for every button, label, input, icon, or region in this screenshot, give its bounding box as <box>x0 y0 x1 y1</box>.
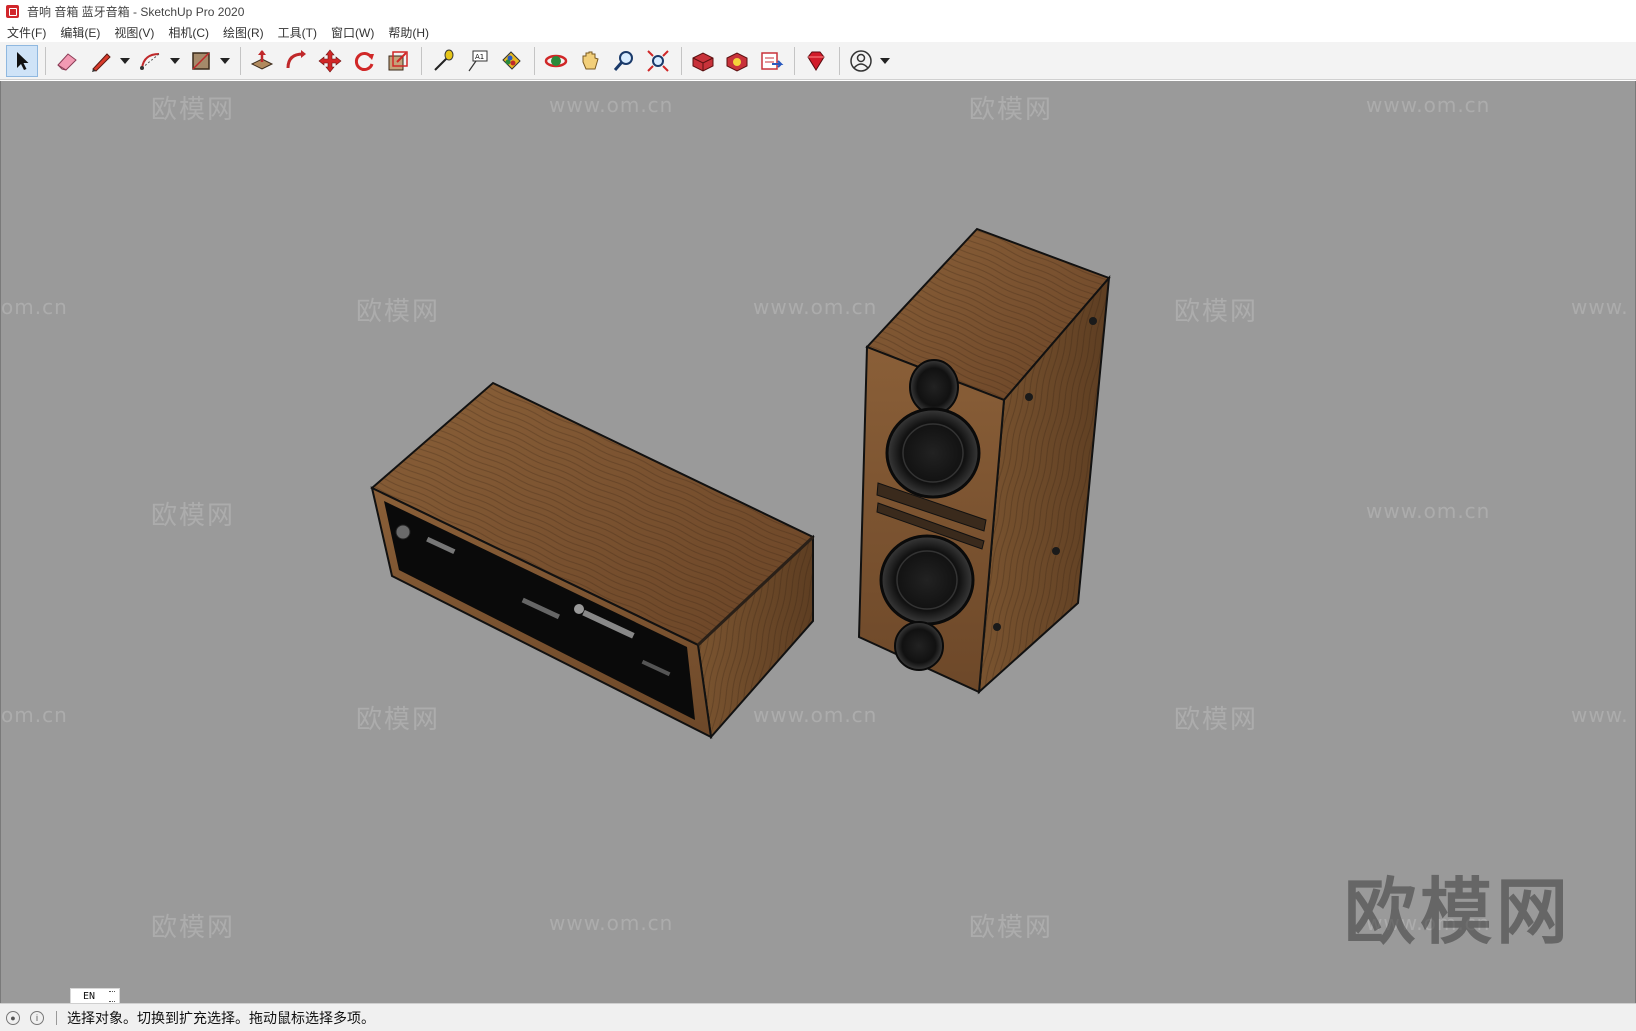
scale-tool-button[interactable] <box>382 45 414 77</box>
3d-warehouse-icon <box>692 51 714 72</box>
screw-hole <box>1089 317 1097 325</box>
toolbar-separator <box>534 46 535 75</box>
send-to-layout-button[interactable] <box>755 45 787 77</box>
volume-knob-icon <box>395 524 411 540</box>
paint-bucket-tool-button[interactable] <box>495 45 527 77</box>
screw-hole <box>993 623 1001 631</box>
geolocation-icon[interactable]: ● <box>6 1010 20 1025</box>
tape-measure-tool-button[interactable] <box>427 45 459 77</box>
ruby-console-button[interactable] <box>800 45 832 77</box>
toolbar-separator <box>794 46 795 75</box>
status-message: 选择对象。切换到扩充选择。拖动鼠标选择多项。 <box>67 1009 375 1026</box>
rectangle-tool-button[interactable] <box>185 45 217 77</box>
zoom-extents-icon <box>647 49 669 72</box>
text-tool-button[interactable]: A1 <box>461 45 493 77</box>
push-pull-tool-button[interactable] <box>246 45 278 77</box>
toolbar-separator <box>839 46 840 75</box>
orbit-tool-button[interactable] <box>540 45 572 77</box>
rotate-tool-button[interactable] <box>348 45 380 77</box>
eraser-tool-button[interactable] <box>51 45 83 77</box>
text-icon: A1 <box>468 50 488 71</box>
orbit-icon <box>544 54 568 67</box>
arc-tool-button[interactable] <box>135 45 167 77</box>
ime-label: EN <box>83 991 96 1002</box>
menu-file[interactable]: 文件(F) <box>0 24 53 41</box>
arc-icon <box>140 52 160 70</box>
account-icon <box>850 49 872 72</box>
power-indicator-icon <box>574 604 584 614</box>
status-separator <box>56 1010 57 1025</box>
tweeter-top <box>909 359 959 415</box>
info-icon[interactable]: i <box>30 1010 44 1025</box>
zoom-tool-button[interactable] <box>608 45 640 77</box>
account-button[interactable] <box>845 45 877 77</box>
toolbar-separator <box>681 46 682 75</box>
horizontal-speaker[interactable] <box>370 381 815 740</box>
screw-hole <box>1025 393 1033 401</box>
watermark-large: 欧模网 <box>1344 870 1573 954</box>
status-bar: ● i 选择对象。切换到扩充选择。拖动鼠标选择多项。 <box>0 1003 1636 1031</box>
ruby-console-icon <box>807 51 825 71</box>
woofer-lower <box>879 534 975 626</box>
ime-menu-icon <box>109 991 115 1002</box>
menu-bar: 文件(F) 编辑(E) 视图(V) 相机(C) 绘图(R) 工具(T) 窗口(W… <box>0 22 1636 42</box>
toolbar-separator <box>421 46 422 75</box>
title-bar: 音响 音箱 蓝牙音箱 - SketchUp Pro 2020 <box>0 0 1636 22</box>
zoom-extents-tool-button[interactable] <box>642 45 674 77</box>
move-tool-button[interactable] <box>314 45 346 77</box>
screw-hole <box>1052 547 1060 555</box>
rectangle-tool-dropdown[interactable] <box>219 45 231 77</box>
model-viewport[interactable]: 欧模网 www.om.cn 欧模网 www.om.cn om.cn 欧模网 ww… <box>0 81 1636 1003</box>
follow-me-tool-button[interactable] <box>280 45 312 77</box>
svg-text:A1: A1 <box>475 53 484 61</box>
window-title: 音响 音箱 蓝牙音箱 - SketchUp Pro 2020 <box>27 4 245 19</box>
pencil-line-icon <box>92 52 111 72</box>
toolbar-separator <box>240 46 241 75</box>
extension-warehouse-button[interactable] <box>721 45 753 77</box>
select-arrow-icon <box>17 51 29 70</box>
line-tool-dropdown[interactable] <box>119 45 131 77</box>
move-icon <box>318 49 342 72</box>
menu-tools[interactable]: 工具(T) <box>271 24 324 41</box>
menu-edit[interactable]: 编辑(E) <box>53 24 107 41</box>
push-pull-icon <box>250 49 274 70</box>
pan-tool-button[interactable] <box>574 45 606 77</box>
sketchup-logo-icon <box>6 4 19 18</box>
menu-draw[interactable]: 绘图(R) <box>216 24 271 41</box>
follow-me-icon <box>286 49 306 68</box>
menu-view[interactable]: 视图(V) <box>107 24 161 41</box>
menu-help[interactable]: 帮助(H) <box>381 24 436 41</box>
arc-tool-dropdown[interactable] <box>169 45 181 77</box>
extension-warehouse-icon <box>726 51 748 72</box>
main-toolbar: A1 <box>0 42 1636 80</box>
paint-bucket-icon <box>502 50 521 70</box>
menu-camera[interactable]: 相机(C) <box>161 24 216 41</box>
rotate-icon <box>354 51 374 71</box>
rectangle-icon <box>192 51 210 70</box>
toolbar-separator <box>45 46 46 75</box>
pan-icon <box>582 51 599 69</box>
account-dropdown[interactable] <box>879 45 891 77</box>
3d-warehouse-button[interactable] <box>687 45 719 77</box>
scale-icon <box>388 50 408 70</box>
tweeter-bottom <box>894 621 944 671</box>
tape-measure-icon <box>434 49 454 71</box>
select-tool-button[interactable] <box>6 44 38 77</box>
line-tool-button[interactable] <box>85 45 117 77</box>
vertical-speaker[interactable] <box>857 227 1111 695</box>
eraser-icon <box>57 52 77 71</box>
menu-window[interactable]: 窗口(W) <box>324 24 381 41</box>
layout-send-icon <box>761 51 784 70</box>
woofer-upper <box>885 407 981 499</box>
zoom-icon <box>613 50 633 71</box>
